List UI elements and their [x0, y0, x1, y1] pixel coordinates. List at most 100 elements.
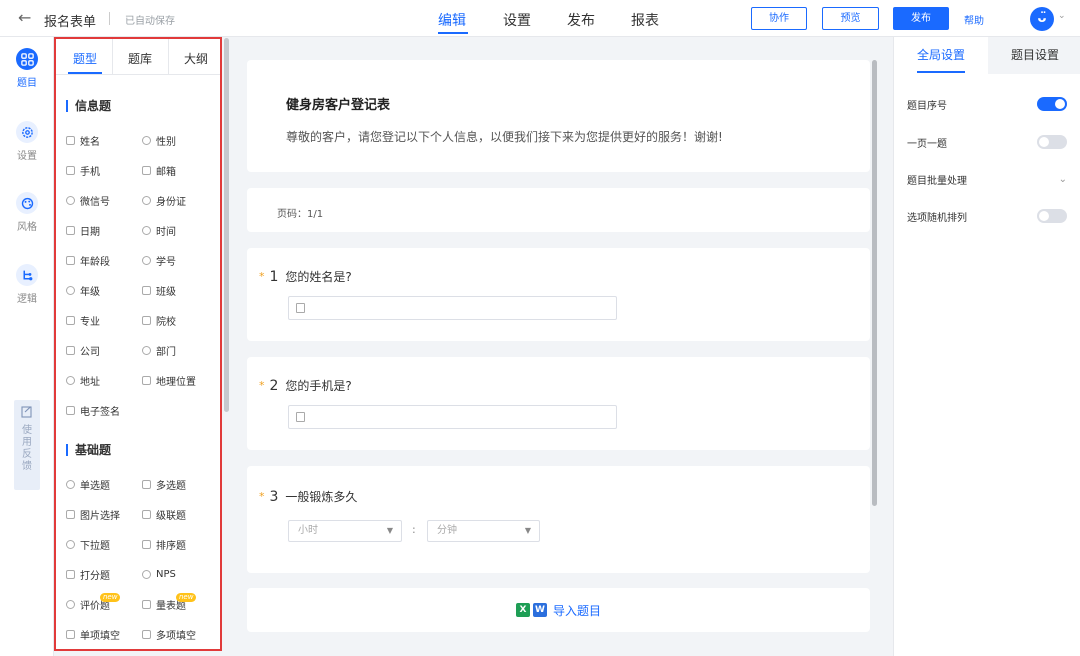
- import-questions-button[interactable]: X W 导入题目: [247, 588, 870, 632]
- rail-label: 逻辑: [17, 294, 37, 305]
- palette-item-department[interactable]: 部门: [142, 335, 218, 365]
- question-card-2[interactable]: * 2 您的手机是?: [247, 357, 870, 450]
- name-input[interactable]: [288, 296, 617, 320]
- required-star: *: [259, 270, 265, 283]
- phone-icon: [296, 412, 305, 422]
- palette-item-gender[interactable]: 性别: [142, 125, 218, 155]
- chevron-down-icon[interactable]: ⌄: [1058, 11, 1066, 21]
- palette-scrollbar[interactable]: [224, 38, 229, 412]
- random-options-toggle[interactable]: [1037, 209, 1067, 223]
- tab-question-settings[interactable]: 题目设置: [988, 37, 1080, 74]
- palette-item-class[interactable]: 班级: [142, 275, 218, 305]
- rail-item-questions[interactable]: 题目: [0, 48, 54, 89]
- question-text: 您的姓名是?: [285, 270, 352, 284]
- canvas-scrollbar[interactable]: [872, 60, 877, 506]
- palette-item-student-id[interactable]: 学号: [142, 245, 218, 275]
- arrow-left-icon[interactable]: ←: [18, 8, 31, 27]
- help-link[interactable]: 帮助: [964, 12, 984, 27]
- publish-button[interactable]: 发布: [893, 7, 949, 30]
- pen-icon: [66, 405, 75, 415]
- palette-item-evaluation[interactable]: 评价题 new: [66, 589, 142, 619]
- feedback-button[interactable]: 使用反馈: [14, 400, 40, 490]
- tab-global-settings[interactable]: 全局设置: [894, 37, 988, 74]
- palette-item-scale[interactable]: 量表题 new: [142, 589, 218, 619]
- section-title-basic: 基础题: [66, 444, 111, 456]
- palette-item-e-signature[interactable]: 电子签名: [66, 395, 142, 425]
- form-title[interactable]: 报名表单: [44, 11, 96, 30]
- chevron-down-icon[interactable]: ⌄: [1059, 174, 1067, 185]
- palette-item-image-choice[interactable]: 图片选择: [66, 499, 142, 529]
- rail-label: 风格: [17, 222, 37, 233]
- palette-item-date[interactable]: 日期: [66, 215, 142, 245]
- tab-edit[interactable]: 编辑: [438, 10, 466, 30]
- student-icon: [142, 255, 151, 265]
- palette-item-age-range[interactable]: 年龄段: [66, 245, 142, 275]
- autosave-status: 已自动保存: [125, 16, 175, 27]
- divider: [109, 12, 110, 25]
- question-card-1[interactable]: * 1 您的姓名是?: [247, 248, 870, 341]
- palette-item-school[interactable]: 院校: [142, 305, 218, 335]
- preview-button[interactable]: 预览: [822, 7, 879, 30]
- palette-item-email[interactable]: 邮箱: [142, 155, 218, 185]
- id-card-icon: [296, 303, 305, 313]
- question-text: 您的手机是?: [285, 379, 352, 393]
- palette-item-rating[interactable]: 打分题: [66, 559, 142, 589]
- rail-label: 题目: [17, 78, 37, 89]
- settings-tabs: 全局设置 题目设置: [894, 37, 1080, 74]
- palette-item-dropdown[interactable]: 下拉题: [66, 529, 142, 559]
- palette-item-time[interactable]: 时间: [142, 215, 218, 245]
- palette-item-wechat[interactable]: 微信号: [66, 185, 142, 215]
- palette-item-name[interactable]: 姓名: [66, 125, 142, 155]
- one-per-page-toggle[interactable]: [1037, 135, 1067, 149]
- question-card-3[interactable]: * 3 一般锻炼多久 小时 ▼ : 分钟 ▼: [247, 466, 870, 573]
- tab-question-types[interactable]: 题型: [60, 50, 110, 67]
- rail-item-settings[interactable]: 设置: [0, 121, 54, 162]
- survey-header-card[interactable]: 健身房客户登记表 尊敬的客户，请您登记以下个人信息，以便我们接下来为您提供更好的…: [247, 60, 870, 172]
- palette-item-company[interactable]: 公司: [66, 335, 142, 365]
- book-icon: [66, 315, 75, 325]
- active-tab-indicator: [917, 71, 965, 73]
- survey-description[interactable]: 尊敬的客户，请您登记以下个人信息，以便我们接下来为您提供更好的服务！谢谢!: [286, 128, 723, 145]
- palette-item-sort[interactable]: 排序题: [142, 529, 218, 559]
- palette-item-phone[interactable]: 手机: [66, 155, 142, 185]
- question-palette: 题型 题库 大纲 信息题 姓名 性别 手机 邮箱 微信号 身份证 日期 时间 年…: [54, 37, 222, 651]
- location-icon: [66, 375, 75, 385]
- palette-item-address[interactable]: 地址: [66, 365, 142, 395]
- survey-title[interactable]: 健身房客户登记表: [286, 94, 390, 113]
- avatar[interactable]: ᴗ̈: [1030, 7, 1054, 31]
- import-card[interactable]: X W 导入题目: [247, 588, 870, 632]
- caret-down-icon: ▼: [524, 526, 531, 535]
- palette-item-cascade[interactable]: 级联题: [142, 499, 218, 529]
- department-icon: [142, 345, 151, 355]
- palette-item-multi-fill[interactable]: 多项填空: [142, 619, 218, 649]
- form-canvas: 健身房客户登记表 尊敬的客户，请您登记以下个人信息，以便我们接下来为您提供更好的…: [232, 37, 892, 656]
- palette-item-nps[interactable]: NPS: [142, 559, 218, 589]
- numbering-toggle[interactable]: [1037, 97, 1067, 111]
- palette-item-major[interactable]: 专业: [66, 305, 142, 335]
- image-icon: [66, 509, 75, 519]
- tab-outline[interactable]: 大纲: [171, 50, 221, 67]
- collaborate-button[interactable]: 协作: [751, 7, 807, 30]
- palette-item-multi-choice[interactable]: 多选题: [142, 469, 218, 499]
- basic-question-list: 单选题 多选题 图片选择 级联题 下拉题 排序题 打分题 NPS 评价题 new …: [66, 469, 218, 649]
- info-question-list: 姓名 性别 手机 邮箱 微信号 身份证 日期 时间 年龄段 学号 年级 班级 专…: [66, 125, 218, 425]
- palette-item-single-fill[interactable]: 单项填空: [66, 619, 142, 649]
- hour-select[interactable]: 小时 ▼: [288, 520, 402, 542]
- tab-settings[interactable]: 设置: [503, 10, 531, 30]
- phone-input[interactable]: [288, 405, 617, 429]
- setting-one-per-page: 一页一题: [907, 132, 1067, 152]
- rail-item-style[interactable]: 风格: [0, 192, 54, 233]
- tab-question-bank[interactable]: 题库: [115, 50, 165, 67]
- tab-report[interactable]: 报表: [631, 10, 659, 30]
- palette-item-single-choice[interactable]: 单选题: [66, 469, 142, 499]
- palette-item-geo-location[interactable]: 地理位置: [142, 365, 218, 395]
- question-text: 一般锻炼多久: [285, 490, 358, 504]
- tab-publish[interactable]: 发布: [567, 10, 595, 30]
- rail-item-logic[interactable]: 逻辑: [0, 264, 54, 305]
- minute-select[interactable]: 分钟 ▼: [427, 520, 540, 542]
- setting-batch-processing[interactable]: 题目批量处理 ⌄: [907, 169, 1067, 189]
- cascade-icon: [142, 509, 151, 519]
- palette-item-grade[interactable]: 年级: [66, 275, 142, 305]
- class-icon: [142, 285, 151, 295]
- palette-item-id-number[interactable]: 身份证: [142, 185, 218, 215]
